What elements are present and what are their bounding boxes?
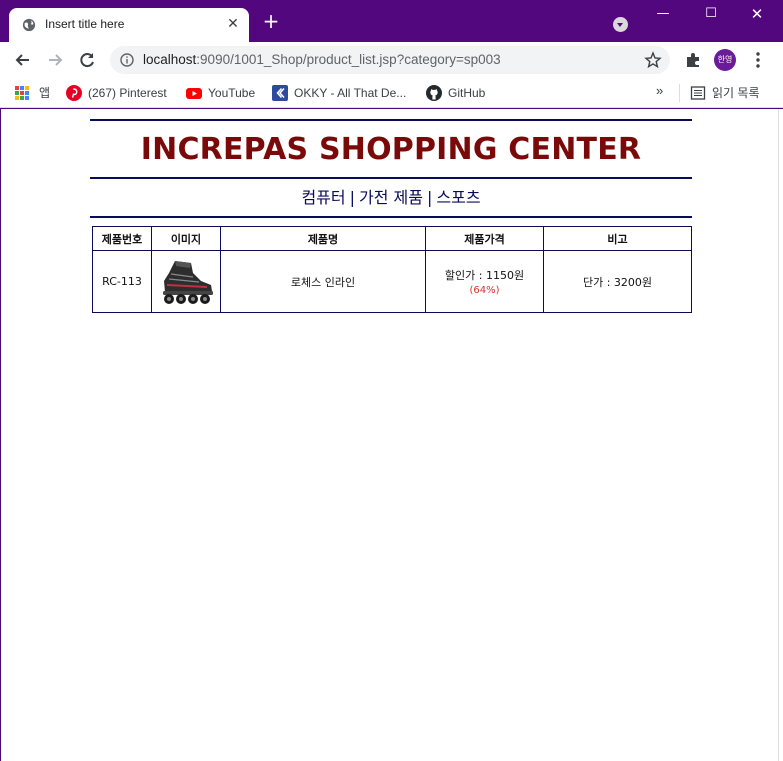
url-host: localhost: [143, 52, 197, 67]
tab-search-icon[interactable]: [613, 17, 628, 32]
category-nav: 컴퓨터 | 가전 제품 | 스포츠: [90, 179, 692, 216]
browser-tab[interactable]: Insert title here ✕: [9, 8, 249, 42]
url-path: :9090/1001_Shop/product_list.jsp?categor…: [196, 52, 501, 67]
okky-icon: [272, 84, 288, 101]
bookmark-star-icon[interactable]: [644, 51, 662, 69]
tab-title: Insert title here: [45, 17, 125, 31]
bookmarks-divider: [679, 84, 680, 102]
address-bar[interactable]: localhost:9090/1001_Shop/product_list.js…: [110, 46, 670, 74]
product-table: 제품번호 이미지 제품명 제품가격 비고 RC-113 로체스 인라인 할인가 …: [92, 226, 692, 313]
category-link-appliances[interactable]: 가전 제품: [359, 188, 423, 207]
bookmark-label: (267) Pinterest: [88, 86, 167, 100]
reload-icon[interactable]: [76, 49, 98, 71]
bookmark-label: OKKY - All That De...: [294, 86, 407, 100]
youtube-icon: [186, 87, 202, 99]
product-image-cell: [151, 250, 221, 313]
reading-list-icon: [690, 86, 706, 100]
column-header-note: 비고: [543, 226, 692, 251]
product-id: RC-113: [92, 250, 152, 313]
bookmarks-bar: 앱 (267) Pinterest YouTube OKKY - All Tha…: [0, 78, 783, 108]
bookmark-github[interactable]: GitHub: [426, 84, 485, 102]
site-info-icon[interactable]: [120, 53, 134, 67]
bookmark-label: 앱: [39, 86, 51, 100]
browser-toolbar: localhost:9090/1001_Shop/product_list.js…: [0, 42, 783, 78]
minimize-button[interactable]: —: [652, 4, 674, 24]
product-name: 로체스 인라인: [220, 250, 426, 313]
profile-avatar[interactable]: 한영: [714, 49, 736, 71]
forward-arrow-icon[interactable]: [44, 49, 66, 71]
page-viewport: INCREPAS SHOPPING CENTER 컴퓨터 | 가전 제품 | 스포츠 제…: [1, 109, 778, 761]
discount-rate: (64%): [469, 285, 500, 296]
inline-skate-image[interactable]: [157, 259, 215, 305]
url-text[interactable]: localhost:9090/1001_Shop/product_list.js…: [143, 52, 501, 67]
reading-list-label: 읽기 목록: [712, 86, 760, 100]
bookmark-youtube[interactable]: YouTube: [186, 84, 255, 102]
column-header-image: 이미지: [151, 226, 221, 251]
page-title: INCREPAS SHOPPING CENTER: [140, 132, 642, 167]
bookmark-label: YouTube: [208, 86, 256, 100]
nav-rule: [90, 216, 692, 218]
bookmark-okky[interactable]: OKKY - All That De...: [272, 84, 406, 102]
category-separator: |: [426, 188, 433, 207]
window-edge: [778, 109, 783, 761]
bookmark-apps[interactable]: 앱: [15, 84, 50, 102]
page-content: INCREPAS SHOPPING CENTER 컴퓨터 | 가전 제품 | 스포츠 제…: [90, 119, 692, 313]
sale-price: 할인가 : 1150원: [444, 269, 525, 282]
table-row: RC-113 로체스 인라인 할인가: 1150원 (64%) 단가: 32…: [92, 250, 692, 313]
new-tab-button[interactable]: +: [262, 11, 280, 31]
product-price-cell: 할인가 : 1150원 (64%): [425, 250, 544, 313]
extensions-puzzle-icon[interactable]: [684, 51, 702, 69]
more-bookmarks-button[interactable]: »: [656, 83, 663, 98]
bookmark-pinterest[interactable]: (267) Pinterest: [66, 84, 167, 102]
column-header-price: 제품가격: [425, 226, 544, 251]
browser-title-bar: Insert title here ✕ + — ☐ ✕: [0, 0, 783, 42]
apps-grid-icon: [15, 85, 29, 100]
pinterest-icon: [66, 84, 82, 101]
more-options-icon[interactable]: [751, 51, 765, 69]
category-link-sports[interactable]: 스포츠: [436, 188, 480, 207]
product-note: 단가 : 3200원: [543, 250, 692, 313]
column-header-name: 제품명: [220, 226, 426, 251]
table-header-row: 제품번호 이미지 제품명 제품가격 비고: [92, 226, 692, 251]
reading-list-button[interactable]: 읽기 목록: [690, 84, 760, 102]
close-tab-icon[interactable]: ✕: [225, 16, 241, 32]
category-separator: |: [349, 188, 356, 207]
back-arrow-icon[interactable]: [12, 49, 34, 71]
bookmark-label: GitHub: [448, 86, 486, 100]
maximize-button[interactable]: ☐: [700, 4, 722, 24]
category-link-computer[interactable]: 컴퓨터: [301, 188, 345, 207]
column-header-id: 제품번호: [92, 226, 152, 251]
globe-icon: [22, 18, 36, 32]
github-icon: [426, 84, 442, 101]
close-window-button[interactable]: ✕: [746, 4, 768, 24]
